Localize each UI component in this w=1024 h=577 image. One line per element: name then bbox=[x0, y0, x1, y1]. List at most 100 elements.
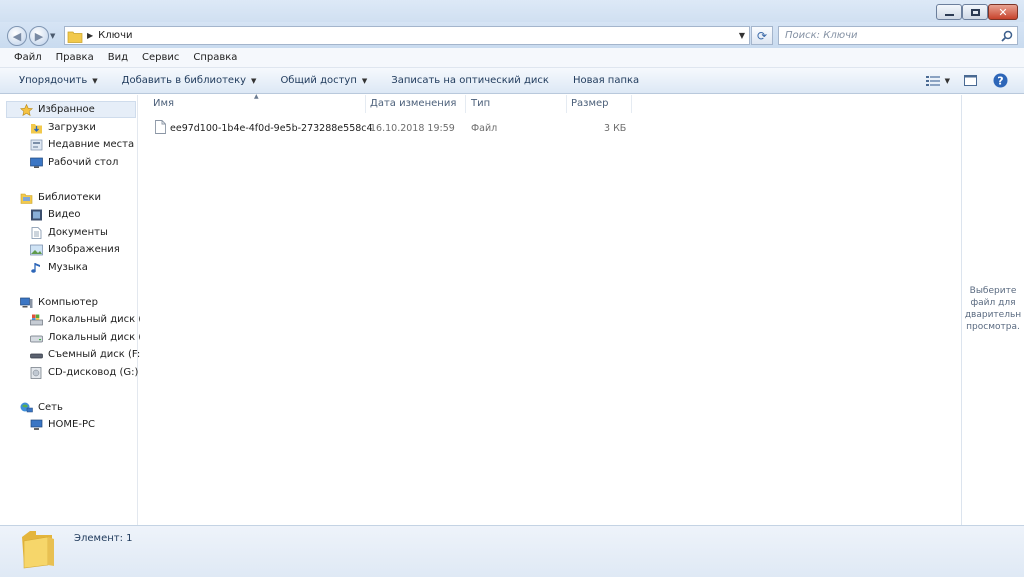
nav-favorites-label: Избранное bbox=[38, 104, 95, 115]
help-icon[interactable]: ? bbox=[993, 73, 1008, 88]
video-icon bbox=[31, 209, 42, 220]
nav-disk-f[interactable]: Съемный диск (F:) bbox=[30, 346, 144, 363]
column-divider[interactable] bbox=[365, 95, 366, 113]
address-bar[interactable]: ▶ Ключи ▼ bbox=[64, 26, 750, 45]
nav-video[interactable]: Видео bbox=[30, 206, 81, 223]
nav-downloads-label: Загрузки bbox=[48, 122, 96, 133]
burn-button[interactable]: Записать на оптический диск bbox=[379, 75, 561, 86]
nav-disk-c[interactable]: Локальный диск (C bbox=[30, 311, 149, 328]
recent-places-icon bbox=[30, 139, 43, 150]
file-size: 3 КБ bbox=[604, 123, 627, 134]
column-size[interactable]: Размер bbox=[571, 98, 609, 109]
view-options-button[interactable]: ▼ bbox=[925, 75, 950, 86]
menu-bar: Файл Правка Вид Сервис Справка bbox=[0, 48, 1024, 68]
nav-disk-f-label: Съемный диск (F:) bbox=[48, 349, 145, 360]
folder-large-icon bbox=[22, 531, 54, 569]
add-to-library-button[interactable]: Добавить в библиотеку ▼ bbox=[110, 75, 269, 86]
menu-file[interactable]: Файл bbox=[7, 52, 49, 63]
search-placeholder: Поиск: Ключи bbox=[785, 30, 858, 41]
refresh-button[interactable]: ⟳ bbox=[751, 26, 773, 45]
menu-edit[interactable]: Правка bbox=[49, 52, 101, 63]
menu-help[interactable]: Справка bbox=[186, 52, 244, 63]
nav-network-label: Сеть bbox=[38, 402, 63, 413]
column-divider[interactable] bbox=[566, 95, 567, 113]
svg-text:?: ? bbox=[997, 75, 1003, 88]
preview-message: Выберите файл для дварительн просмотра. bbox=[962, 285, 1024, 333]
search-input[interactable]: Поиск: Ключи bbox=[778, 26, 1018, 45]
organize-label: Упорядочить bbox=[19, 75, 88, 86]
column-divider[interactable] bbox=[465, 95, 466, 113]
share-label: Общий доступ bbox=[280, 75, 357, 86]
nav-images-label: Изображения bbox=[48, 244, 120, 255]
nav-cd-g[interactable]: CD-дисковод (G:) bbox=[30, 364, 138, 381]
menu-view[interactable]: Вид bbox=[101, 52, 135, 63]
libraries-icon bbox=[20, 193, 33, 204]
nav-computer-label: Компьютер bbox=[38, 297, 98, 308]
cd-drive-icon bbox=[30, 366, 42, 379]
details-pane bbox=[0, 525, 1024, 577]
nav-cd-g-label: CD-дисковод (G:) bbox=[48, 367, 139, 378]
burn-label: Записать на оптический диск bbox=[391, 75, 549, 86]
column-divider[interactable] bbox=[631, 95, 632, 113]
back-arrow-icon: ◀ bbox=[12, 29, 22, 43]
nav-music-label: Музыка bbox=[48, 262, 88, 273]
nav-libraries[interactable]: Библиотеки bbox=[20, 189, 101, 206]
maximize-button[interactable] bbox=[962, 4, 988, 20]
preview-line: просмотра. bbox=[966, 322, 1020, 332]
chevron-down-icon: ▼ bbox=[251, 76, 257, 85]
file-list[interactable] bbox=[140, 95, 960, 525]
item-count: Элемент: 1 bbox=[74, 533, 133, 544]
close-icon: ✕ bbox=[998, 5, 1008, 19]
new-folder-button[interactable]: Новая папка bbox=[561, 75, 651, 86]
nav-disk-d[interactable]: Локальный диск (D bbox=[30, 329, 150, 346]
column-type[interactable]: Тип bbox=[471, 98, 490, 109]
column-name[interactable]: Имя bbox=[153, 98, 174, 109]
breadcrumb-current[interactable]: Ключи bbox=[98, 30, 132, 41]
back-button[interactable]: ◀ bbox=[7, 26, 27, 46]
preview-line: Выберите bbox=[969, 286, 1017, 296]
search-icon[interactable] bbox=[1001, 30, 1013, 42]
nav-documents-label: Документы bbox=[48, 227, 108, 238]
organize-button[interactable]: Упорядочить ▼ bbox=[7, 75, 110, 86]
network-computer-icon bbox=[30, 419, 43, 430]
chevron-down-icon: ▼ bbox=[944, 76, 950, 85]
nav-home-pc[interactable]: HOME-PC bbox=[30, 416, 95, 433]
nav-music[interactable]: Музыка bbox=[30, 259, 88, 276]
file-name[interactable]: ee97d100-1b4e-4f0d-9e5b-273288e558c4 bbox=[170, 123, 373, 134]
breadcrumb-arrow-icon[interactable]: ▶ bbox=[87, 31, 93, 40]
share-button[interactable]: Общий доступ ▼ bbox=[268, 75, 379, 86]
network-icon bbox=[20, 402, 33, 412]
nav-favorites[interactable]: Избранное bbox=[20, 101, 95, 118]
add-to-library-label: Добавить в библиотеку bbox=[121, 75, 247, 86]
new-folder-label: Новая папка bbox=[572, 75, 640, 86]
recent-pages-chevron-icon[interactable]: ▼ bbox=[50, 32, 55, 40]
star-icon bbox=[20, 103, 33, 116]
nav-network[interactable]: Сеть bbox=[20, 399, 63, 416]
column-date[interactable]: Дата изменения bbox=[370, 98, 456, 109]
nav-images[interactable]: Изображения bbox=[30, 241, 120, 258]
music-icon bbox=[31, 262, 40, 273]
address-dropdown-icon[interactable]: ▼ bbox=[739, 31, 745, 40]
minimize-button[interactable] bbox=[936, 4, 962, 20]
file-type: Файл bbox=[471, 123, 498, 134]
nav-recent-places[interactable]: Недавние места bbox=[30, 136, 134, 153]
chevron-down-icon: ▼ bbox=[92, 76, 98, 85]
nav-desktop[interactable]: Рабочий стол bbox=[30, 154, 118, 171]
close-button[interactable]: ✕ bbox=[988, 4, 1018, 20]
downloads-folder-icon bbox=[31, 123, 42, 133]
folder-icon bbox=[67, 31, 83, 43]
nav-recent-label: Недавние места bbox=[48, 139, 135, 150]
forward-button[interactable]: ▶ bbox=[29, 26, 49, 46]
nav-downloads[interactable]: Загрузки bbox=[30, 119, 96, 136]
minimize-icon bbox=[944, 14, 954, 16]
nav-documents[interactable]: Документы bbox=[30, 224, 108, 241]
menu-tools[interactable]: Сервис bbox=[135, 52, 186, 63]
computer-icon bbox=[20, 297, 33, 308]
preview-pane-icon[interactable] bbox=[964, 75, 977, 86]
desktop-icon bbox=[30, 157, 43, 168]
chevron-down-icon: ▼ bbox=[361, 76, 368, 85]
title-bar bbox=[0, 0, 1024, 24]
nav-computer[interactable]: Компьютер bbox=[20, 294, 98, 311]
maximize-icon bbox=[970, 8, 980, 16]
file-date: 16.10.2018 19:59 bbox=[370, 123, 455, 134]
